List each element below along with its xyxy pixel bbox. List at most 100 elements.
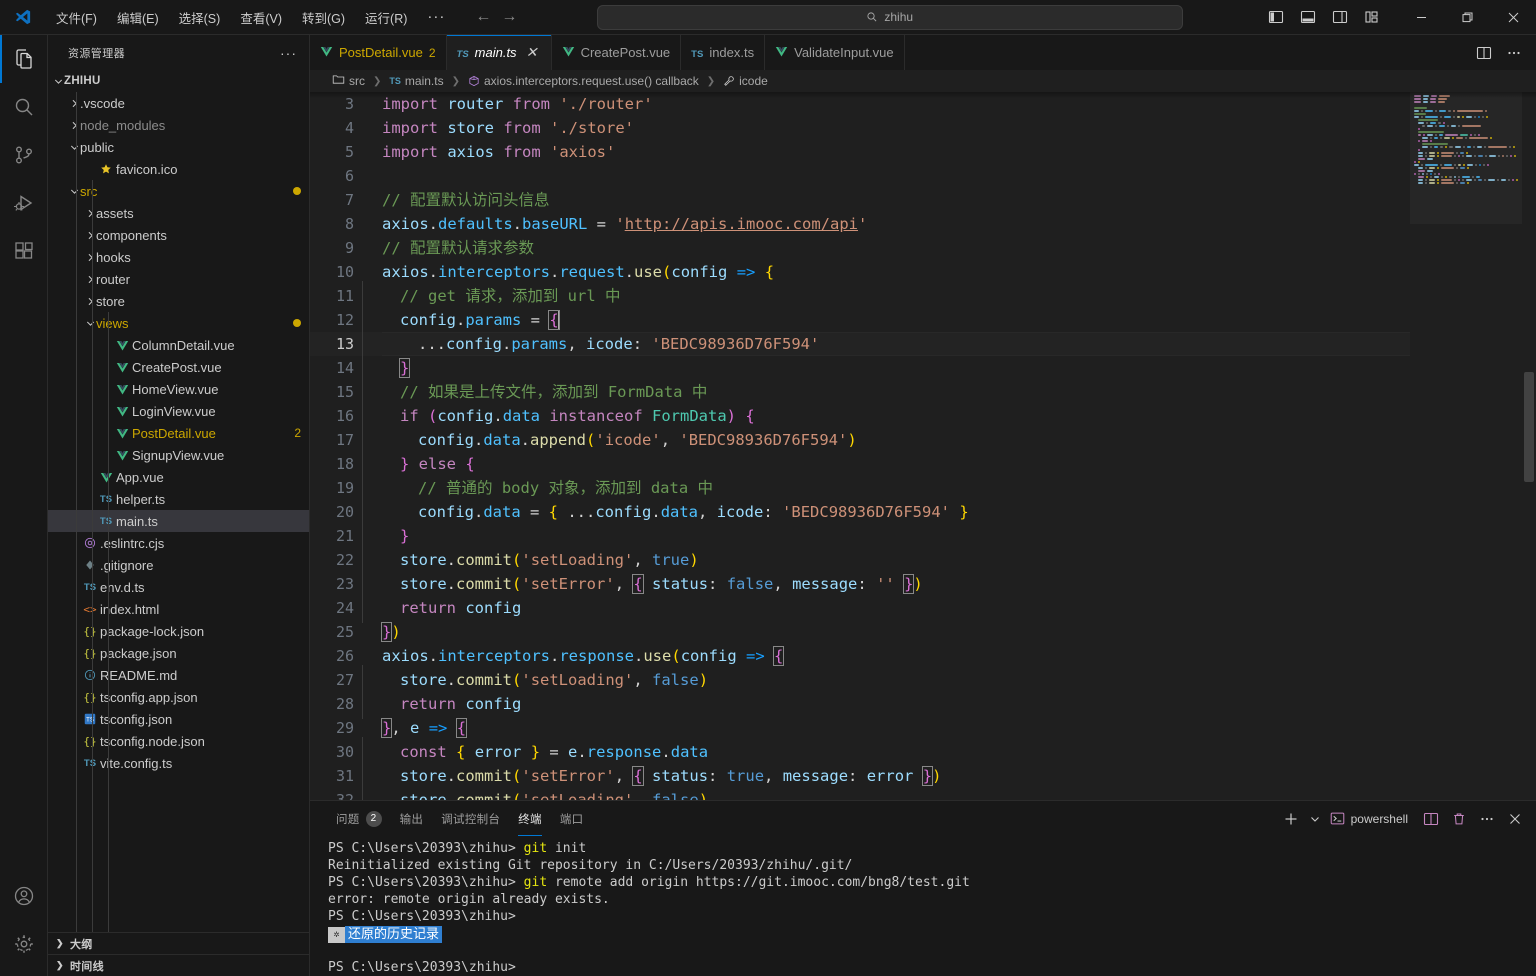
editor-scrollbar-thumb[interactable]	[1524, 372, 1534, 482]
tree-file-row[interactable]: HomeView.vue	[48, 378, 309, 400]
code-line[interactable]: 16 if (config.data instanceof FormData) {	[310, 401, 1410, 431]
tree-folder-row[interactable]: views	[48, 312, 309, 334]
explorer-more-actions-button[interactable]: ···	[274, 46, 303, 60]
editor-scrollbar[interactable]	[1522, 92, 1536, 800]
terminal-profile-dropdown[interactable]	[1306, 806, 1324, 832]
tree-folder-row[interactable]: hooks	[48, 246, 309, 268]
code-line[interactable]: 31 store.commit('setError', { status: tru…	[310, 761, 1410, 791]
breadcrumb-item[interactable]: src	[330, 73, 367, 89]
menu-view[interactable]: 查看(V)	[231, 4, 291, 31]
menu-file[interactable]: 文件(F)	[47, 4, 106, 31]
tree-file-row[interactable]: TS main.ts	[48, 510, 309, 532]
menu-more-button[interactable]: ···	[417, 9, 455, 24]
tree-file-row[interactable]: .eslintrc.cjs	[48, 532, 309, 554]
panel-tab-problems[interactable]: 问题 2	[328, 801, 390, 836]
tree-file-row[interactable]: README.md	[48, 664, 309, 686]
code-line[interactable]: 23 store.commit('setError', { status: fal…	[310, 569, 1410, 599]
tree-file-row[interactable]: {} tsconfig.app.json	[48, 686, 309, 708]
tree-file-row[interactable]: .gitignore	[48, 554, 309, 576]
tree-file-row[interactable]: TS tsconfig.json	[48, 708, 309, 730]
tree-folder-row[interactable]: store	[48, 290, 309, 312]
breadcrumb[interactable]: src ❯ TS main.ts ❯ axios.interceptors.request…	[310, 70, 1536, 92]
tree-folder-row[interactable]: router	[48, 268, 309, 290]
code-line[interactable]: 6	[310, 164, 1410, 188]
menu-go[interactable]: 转到(G)	[293, 4, 354, 31]
more-editor-actions-button[interactable]	[1500, 39, 1528, 67]
tree-folder-row[interactable]: public	[48, 136, 309, 158]
arrow-right-icon[interactable]: →	[501, 8, 517, 26]
tree-file-row[interactable]: PostDetail.vue 2	[48, 422, 309, 444]
close-button[interactable]	[1490, 0, 1536, 35]
timeline-section[interactable]: ❯ 时间线	[48, 954, 309, 976]
code-line[interactable]: 19// 普通的 body 对象，添加到 data 中	[310, 473, 1410, 503]
code-line[interactable]: 9 // 配置默认请求参数	[310, 236, 1410, 260]
tree-folder-row[interactable]: assets	[48, 202, 309, 224]
activity-search[interactable]	[0, 83, 48, 131]
code-line[interactable]: 30 const { error } = e.response.data	[310, 737, 1410, 767]
code-line[interactable]: 7 // 配置默认访问头信息	[310, 188, 1410, 212]
editor-tab[interactable]: ValidateInput.vue	[765, 35, 905, 70]
menu-edit[interactable]: 编辑(E)	[108, 4, 168, 31]
toggle-secondary-sidebar-icon[interactable]	[1326, 4, 1354, 30]
tree-file-row[interactable]: {} tsconfig.node.json	[48, 730, 309, 752]
code-line[interactable]: 8 axios.defaults.baseURL = 'http://apis.i…	[310, 212, 1410, 236]
tree-file-row[interactable]: <> index.html	[48, 598, 309, 620]
command-center[interactable]: zhihu	[596, 4, 1183, 30]
minimap[interactable]	[1410, 92, 1522, 800]
tree-file-row[interactable]: App.vue	[48, 466, 309, 488]
code-line[interactable]: 5 import axios from 'axios'	[310, 140, 1410, 164]
code-line[interactable]: 26 axios.interceptors.response.use(config…	[310, 644, 1410, 668]
tree-file-row[interactable]: LoginView.vue	[48, 400, 309, 422]
code-line[interactable]: 17 config.data.append('icode', 'BEDC98936…	[310, 425, 1410, 455]
file-tree[interactable]: ZHIHU .vscode node_modules public favicon.ic…	[48, 70, 309, 932]
code-line[interactable]: 21}	[310, 521, 1410, 551]
tree-file-row[interactable]: {} package.json	[48, 642, 309, 664]
tree-file-row[interactable]: {} package-lock.json	[48, 620, 309, 642]
code-line[interactable]: 29}, e => {	[310, 716, 1410, 740]
activity-run-debug[interactable]	[0, 179, 48, 227]
tree-file-row[interactable]: TS helper.ts	[48, 488, 309, 510]
activity-settings[interactable]	[0, 920, 48, 968]
panel-tab-ports[interactable]: 端口	[552, 801, 592, 836]
editor-tab[interactable]: TS main.ts ✕	[446, 35, 552, 70]
minimize-button[interactable]	[1398, 0, 1444, 35]
toggle-panel-icon[interactable]	[1294, 4, 1322, 30]
editor-tab[interactable]: PostDetail.vue 2	[310, 35, 447, 70]
code-line[interactable]: 11// get 请求，添加到 url 中	[310, 281, 1410, 311]
editor-tab[interactable]: TS index.ts	[681, 35, 766, 70]
code-line[interactable]: 14}	[310, 353, 1410, 383]
panel-more-actions-button[interactable]	[1474, 806, 1500, 832]
breadcrumb-item[interactable]: TS main.ts	[387, 74, 445, 88]
code-line[interactable]: 15// 如果是上传文件，添加到 FormData 中	[310, 377, 1410, 407]
tree-file-row[interactable]: SignupView.vue	[48, 444, 309, 466]
breadcrumb-item[interactable]: icode	[721, 74, 770, 88]
tree-root-zhihu[interactable]: ZHIHU	[48, 70, 309, 92]
panel-tab-terminal[interactable]: 终端	[510, 801, 550, 836]
close-panel-button[interactable]	[1502, 806, 1528, 832]
tree-folder-row[interactable]: .vscode	[48, 92, 309, 114]
close-tab-icon[interactable]: ✕	[523, 44, 541, 62]
tree-folder-row[interactable]: node_modules	[48, 114, 309, 136]
activity-extensions[interactable]	[0, 227, 48, 275]
activity-accounts[interactable]	[0, 872, 48, 920]
code-line[interactable]: 13 ...config.params, icode: 'BEDC98936D76…	[310, 329, 1410, 359]
editor-tab[interactable]: CreatePost.vue	[551, 35, 682, 70]
tree-file-row[interactable]: ColumnDetail.vue	[48, 334, 309, 356]
toggle-primary-sidebar-icon[interactable]	[1262, 4, 1290, 30]
split-terminal-button[interactable]	[1418, 806, 1444, 832]
activity-explorer[interactable]	[0, 35, 48, 83]
code-editor[interactable]: 3 import router from './router' 4 import st…	[310, 92, 1410, 800]
customize-layout-icon[interactable]	[1358, 4, 1386, 30]
code-line[interactable]: 3 import router from './router'	[310, 92, 1410, 116]
code-line[interactable]: 25})	[310, 620, 1410, 644]
code-line[interactable]: 22 store.commit('setLoading', true)	[310, 545, 1410, 575]
panel-tab-output[interactable]: 输出	[392, 801, 432, 836]
code-line[interactable]: 10 axios.interceptors.request.use(config …	[310, 260, 1410, 284]
code-line[interactable]: 18} else {	[310, 449, 1410, 479]
restore-history-chip[interactable]: ✲ 还原的历史记录	[328, 926, 443, 943]
code-line[interactable]: 20 config.data = { ...config.data, icode:…	[310, 497, 1410, 527]
tree-file-row[interactable]: TS vite.config.ts	[48, 752, 309, 774]
tree-file-row[interactable]: CreatePost.vue	[48, 356, 309, 378]
maximize-button[interactable]	[1444, 0, 1490, 35]
activity-source-control[interactable]	[0, 131, 48, 179]
